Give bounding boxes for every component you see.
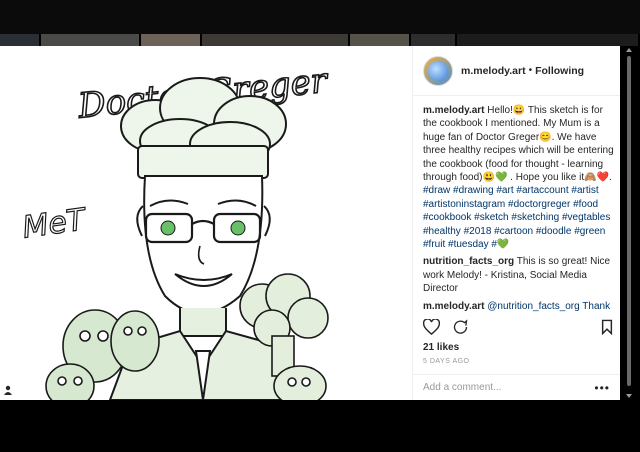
post-image[interactable]: Doctor Greger MeT	[0, 46, 413, 400]
caption: m.melody.art Hello!😀 This sketch is for …	[423, 104, 615, 251]
post-timestamp: 5 DAYS AGO	[423, 358, 470, 365]
more-options-button[interactable]: •••	[594, 381, 610, 395]
person-icon[interactable]	[0, 382, 16, 398]
background-thumbnails	[0, 34, 640, 46]
thumbnail	[457, 34, 640, 46]
left-eye	[160, 220, 176, 236]
background-feed-strip	[0, 0, 640, 46]
add-comment-bar: Add a comment... •••	[413, 374, 620, 400]
thumbnail	[140, 34, 202, 46]
caption-hashtags[interactable]: #draw #drawing #art #artaccount #artist …	[423, 185, 610, 250]
bookmark-icon[interactable]	[601, 319, 613, 335]
avatar[interactable]	[423, 55, 453, 86]
post-details-panel: m.melody.art • Following m.melody.art He…	[413, 46, 620, 400]
right-eye	[230, 220, 246, 236]
scrollbar[interactable]	[626, 46, 632, 400]
thumbnail	[201, 34, 351, 46]
thumbnail	[0, 34, 42, 46]
comment-username[interactable]: nutrition_facts_org	[423, 256, 514, 267]
author-username[interactable]: m.melody.art	[461, 65, 526, 77]
comment-text: @nutrition_facts_org Thank	[487, 300, 611, 312]
action-bar	[423, 317, 613, 337]
post-modal: Doctor Greger MeT m.melody.art • Followi…	[0, 46, 620, 400]
artist-signature: MeT	[20, 202, 90, 246]
caption-text: Hello!😀 This sketch is for the cookbook …	[423, 105, 614, 184]
list-item: m.melody.art @nutrition_facts_org Thank	[423, 300, 615, 313]
comment-icon[interactable]	[452, 319, 469, 335]
post-header: m.melody.art • Following	[413, 46, 620, 96]
comment-username[interactable]: m.melody.art	[423, 301, 485, 312]
thumbnail	[411, 34, 458, 46]
caption-username[interactable]: m.melody.art	[423, 105, 485, 116]
likes-count[interactable]: 21 likes	[423, 342, 459, 353]
heart-icon[interactable]	[423, 319, 440, 335]
list-item: nutrition_facts_org This is so great! Ni…	[423, 255, 615, 295]
add-comment-input[interactable]: Add a comment...	[423, 382, 501, 393]
thumbnail	[350, 34, 412, 46]
doctor-greger-sketch: Doctor Greger MeT	[20, 60, 331, 400]
following-button[interactable]: Following	[535, 65, 584, 77]
separator-dot: •	[528, 65, 533, 76]
comments-list: m.melody.art Hello!😀 This sketch is for …	[423, 104, 615, 348]
thumbnail	[41, 34, 141, 46]
